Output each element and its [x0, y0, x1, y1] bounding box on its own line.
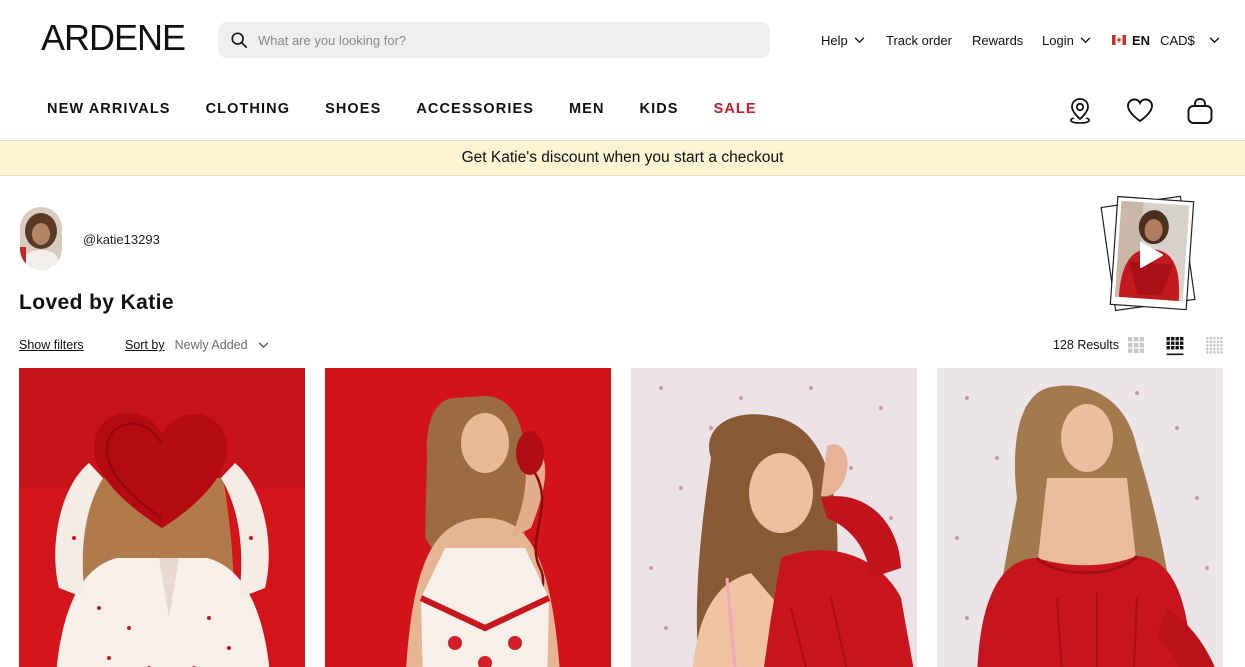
product-card[interactable]	[19, 368, 305, 667]
search-bar[interactable]	[218, 22, 770, 58]
login-menu[interactable]: Login	[1042, 31, 1091, 49]
chevron-down-icon	[1209, 36, 1220, 43]
store-locator-icon[interactable]	[1066, 96, 1094, 126]
banner-text: Get Katie's discount when you start a ch…	[461, 149, 784, 166]
search-input[interactable]	[258, 32, 738, 48]
language-label: EN	[1132, 32, 1151, 48]
profile-username: @katie13293	[83, 232, 160, 247]
avatar-image	[20, 207, 62, 270]
help-menu[interactable]: Help	[821, 31, 865, 49]
nav-clothing[interactable]: CLOTHING	[206, 101, 291, 117]
product-card[interactable]	[937, 368, 1223, 667]
grid-2-icon[interactable]	[1127, 336, 1145, 354]
wishlist-heart-icon[interactable]	[1126, 96, 1154, 126]
grid-3-icon[interactable]	[1166, 336, 1184, 356]
nav-new-arrivals[interactable]: NEW ARRIVALS	[47, 101, 171, 117]
product-image	[631, 368, 917, 667]
ardene-logo[interactable]: ARDENE	[41, 20, 186, 56]
sort-value: Newly Added	[174, 338, 248, 352]
sort-dropdown[interactable]: Sort by Newly Added	[125, 338, 269, 352]
page-title: Loved by Katie	[19, 291, 174, 314]
locale-selector[interactable]: EN CAD$	[1112, 31, 1220, 49]
product-card[interactable]	[631, 368, 917, 667]
nav-actions	[1066, 96, 1214, 126]
chevron-down-icon	[854, 36, 865, 43]
show-filters-link[interactable]: Show filters	[19, 338, 84, 352]
results-count: 128 Results	[1053, 338, 1120, 352]
nav-accessories[interactable]: ACCESSORIES	[416, 101, 534, 117]
product-image	[325, 368, 611, 667]
currency-label: CAD$	[1160, 32, 1195, 48]
nav-sale[interactable]: SALE	[714, 101, 757, 117]
track-order-link[interactable]: Track order	[886, 31, 952, 49]
shopping-bag-icon[interactable]	[1186, 96, 1214, 126]
sort-label: Sort by	[125, 338, 165, 352]
rewards-label: Rewards	[972, 32, 1024, 48]
canada-flag-icon	[1112, 35, 1126, 45]
profile-video-thumbnail[interactable]	[1100, 191, 1202, 315]
grid-4-icon[interactable]	[1205, 336, 1223, 354]
product-card[interactable]	[325, 368, 611, 667]
discount-banner: Get Katie's discount when you start a ch…	[0, 141, 1245, 176]
track-order-label: Track order	[886, 32, 952, 48]
product-image	[937, 368, 1223, 667]
avatar	[20, 207, 62, 270]
nav-kids[interactable]: KIDS	[640, 101, 679, 117]
search-icon	[231, 32, 248, 49]
product-image	[19, 368, 305, 667]
nav-men[interactable]: MEN	[569, 101, 605, 117]
chevron-down-icon	[258, 341, 268, 348]
main-nav: NEW ARRIVALS CLOTHING SHOES ACCESSORIES …	[47, 101, 792, 117]
product-grid	[19, 368, 1223, 667]
help-label: Help	[821, 32, 848, 48]
rewards-link[interactable]: Rewards	[972, 31, 1023, 49]
chevron-down-icon	[1080, 36, 1091, 43]
login-label: Login	[1042, 32, 1074, 48]
nav-shoes[interactable]: SHOES	[325, 101, 381, 117]
